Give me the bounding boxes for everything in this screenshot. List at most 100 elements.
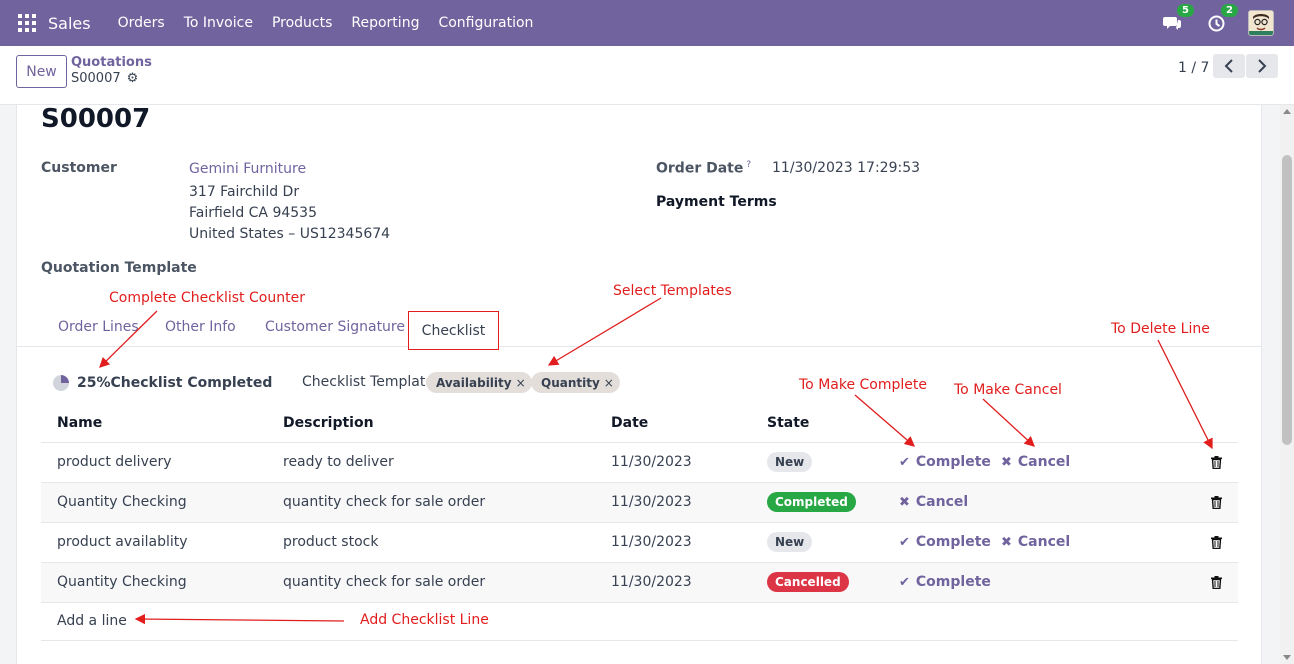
template-tag-availability: Availability × <box>426 372 532 393</box>
row-1-complete-label: Complete <box>915 454 991 470</box>
breadcrumb-quotations[interactable]: Quotations <box>71 55 152 70</box>
check-icon: ✔ <box>899 574 910 590</box>
tab-customer-signature[interactable]: Customer Signature <box>265 319 405 335</box>
annotation-make-complete: To Make Complete <box>799 377 927 393</box>
column-header-description[interactable]: Description <box>283 415 374 431</box>
row-3-state-badge: New <box>767 532 813 552</box>
row-1-state-badge: New <box>767 452 813 472</box>
new-button[interactable]: New <box>16 55 67 88</box>
row-2-date[interactable]: 11/30/2023 <box>611 494 692 510</box>
remove-tag-icon[interactable]: × <box>516 376 526 390</box>
row-4-trash-icon[interactable] <box>1211 576 1222 589</box>
payment-terms-label: Payment Terms <box>656 194 777 210</box>
menu-reporting[interactable]: Reporting <box>351 15 419 31</box>
help-icon[interactable]: ? <box>746 160 751 170</box>
annotation-select-templates: Select Templates <box>613 283 732 299</box>
customer-link[interactable]: Gemini Furniture <box>189 161 306 177</box>
column-header-state[interactable]: State <box>767 415 809 431</box>
row-3-description[interactable]: product stock <box>283 534 378 550</box>
chat-icon[interactable]: 5 <box>1160 4 1194 35</box>
apps-grid-icon[interactable] <box>18 14 36 32</box>
row-1-date[interactable]: 11/30/2023 <box>611 454 692 470</box>
scroll-thumb[interactable] <box>1282 155 1292 445</box>
table-header-divider <box>41 442 1238 443</box>
row-1-cancel-label: Cancel <box>1017 454 1071 470</box>
tab-order-lines[interactable]: Order Lines <box>58 319 139 335</box>
remove-tag-icon[interactable]: × <box>604 376 614 390</box>
check-icon: ✔ <box>899 454 910 470</box>
row-3-complete-label: Complete <box>915 534 991 550</box>
vertical-scrollbar[interactable] <box>1280 105 1294 664</box>
row-divider <box>41 522 1238 523</box>
row-4-complete-button[interactable]: ✔ Complete <box>899 574 991 590</box>
row-4-state-badge: Cancelled <box>767 572 849 592</box>
add-line-link[interactable]: Add a line <box>57 613 127 629</box>
column-header-date[interactable]: Date <box>611 415 648 431</box>
check-icon: ✔ <box>899 534 910 550</box>
tab-other-info[interactable]: Other Info <box>165 319 236 335</box>
template-tag-availability-label: Availability <box>436 375 512 390</box>
times-icon: ✖ <box>1001 454 1012 470</box>
menu-orders[interactable]: Orders <box>118 15 165 31</box>
chevron-left-icon <box>1224 59 1233 73</box>
row-3-cancel-button[interactable]: ✖ Cancel <box>1001 534 1070 550</box>
template-tag-quantity: Quantity × <box>531 372 620 393</box>
annotation-add-line: Add Checklist Line <box>360 612 489 628</box>
row-2-trash-icon[interactable] <box>1211 496 1222 509</box>
activities-badge: 2 <box>1221 4 1238 17</box>
row-2-description[interactable]: quantity check for sale order <box>283 494 485 510</box>
tab-checklist[interactable]: Checklist <box>408 311 499 350</box>
row-3-date[interactable]: 11/30/2023 <box>611 534 692 550</box>
navbar-systray: 5 2 <box>1160 0 1294 46</box>
scroll-up-icon[interactable] <box>1283 109 1291 114</box>
pager-previous-button[interactable] <box>1213 54 1245 78</box>
tabs-divider <box>17 346 1261 347</box>
row-1-description[interactable]: ready to deliver <box>283 454 394 470</box>
row-3-trash-icon[interactable] <box>1211 536 1222 549</box>
order-date-label-text: Order Date <box>656 160 744 177</box>
row-1-name[interactable]: product delivery <box>57 454 172 470</box>
checklist-template-label: Checklist Template <box>302 374 434 390</box>
row-2-name[interactable]: Quantity Checking <box>57 494 187 510</box>
row-4-complete-label: Complete <box>915 574 991 590</box>
app-brand[interactable]: Sales <box>48 14 91 33</box>
row-4-description[interactable]: quantity check for sale order <box>283 574 485 590</box>
row-3-complete-button[interactable]: ✔ Complete <box>899 534 991 550</box>
checklist-progress-text: 25%Checklist Completed <box>77 375 273 391</box>
gear-icon[interactable]: ⚙ <box>127 71 139 86</box>
customer-address-line3: United States – US12345674 <box>189 226 391 242</box>
row-2-cancel-button[interactable]: ✖ Cancel <box>899 494 968 510</box>
menu-to-invoice[interactable]: To Invoice <box>184 15 253 31</box>
times-icon: ✖ <box>899 494 910 510</box>
annotation-counter: Complete Checklist Counter <box>109 290 305 306</box>
customer-address-line1: 317 Fairchild Dr <box>189 184 300 200</box>
quotation-template-label: Quotation Template <box>41 260 197 276</box>
customer-label: Customer <box>41 160 117 176</box>
order-date-value[interactable]: 11/30/2023 17:29:53 <box>772 160 920 176</box>
row-1-cancel-button[interactable]: ✖ Cancel <box>1001 454 1070 470</box>
customer-address-line2: Fairfield CA 94535 <box>189 205 317 221</box>
clock-icon[interactable]: 2 <box>1204 4 1238 35</box>
menu-configuration[interactable]: Configuration <box>438 15 533 31</box>
pager-value[interactable]: 1 / 7 <box>1178 60 1209 76</box>
chevron-right-icon <box>1258 59 1267 73</box>
row-4-name[interactable]: Quantity Checking <box>57 574 187 590</box>
row-2-state-badge: Completed <box>767 492 856 512</box>
top-navbar: Sales Orders To Invoice Products Reporti… <box>0 0 1294 46</box>
breadcrumb-current-label: S00007 <box>71 71 121 86</box>
column-header-name[interactable]: Name <box>57 415 102 431</box>
row-2-cancel-label: Cancel <box>915 494 969 510</box>
row-4-date[interactable]: 11/30/2023 <box>611 574 692 590</box>
scroll-down-icon[interactable] <box>1283 655 1291 660</box>
pager-next-button[interactable] <box>1246 54 1278 78</box>
checklist-progress-pie-icon <box>53 375 69 391</box>
breadcrumb-current: S00007 ⚙ <box>71 71 138 86</box>
menu-products[interactable]: Products <box>272 15 332 31</box>
table-footer-divider <box>41 640 1238 641</box>
row-1-complete-button[interactable]: ✔ Complete <box>899 454 991 470</box>
row-3-cancel-label: Cancel <box>1017 534 1071 550</box>
order-date-label: Order Date? <box>656 160 751 177</box>
row-1-trash-icon[interactable] <box>1211 456 1222 469</box>
user-avatar[interactable] <box>1248 10 1274 36</box>
row-3-name[interactable]: product availablity <box>57 534 188 550</box>
